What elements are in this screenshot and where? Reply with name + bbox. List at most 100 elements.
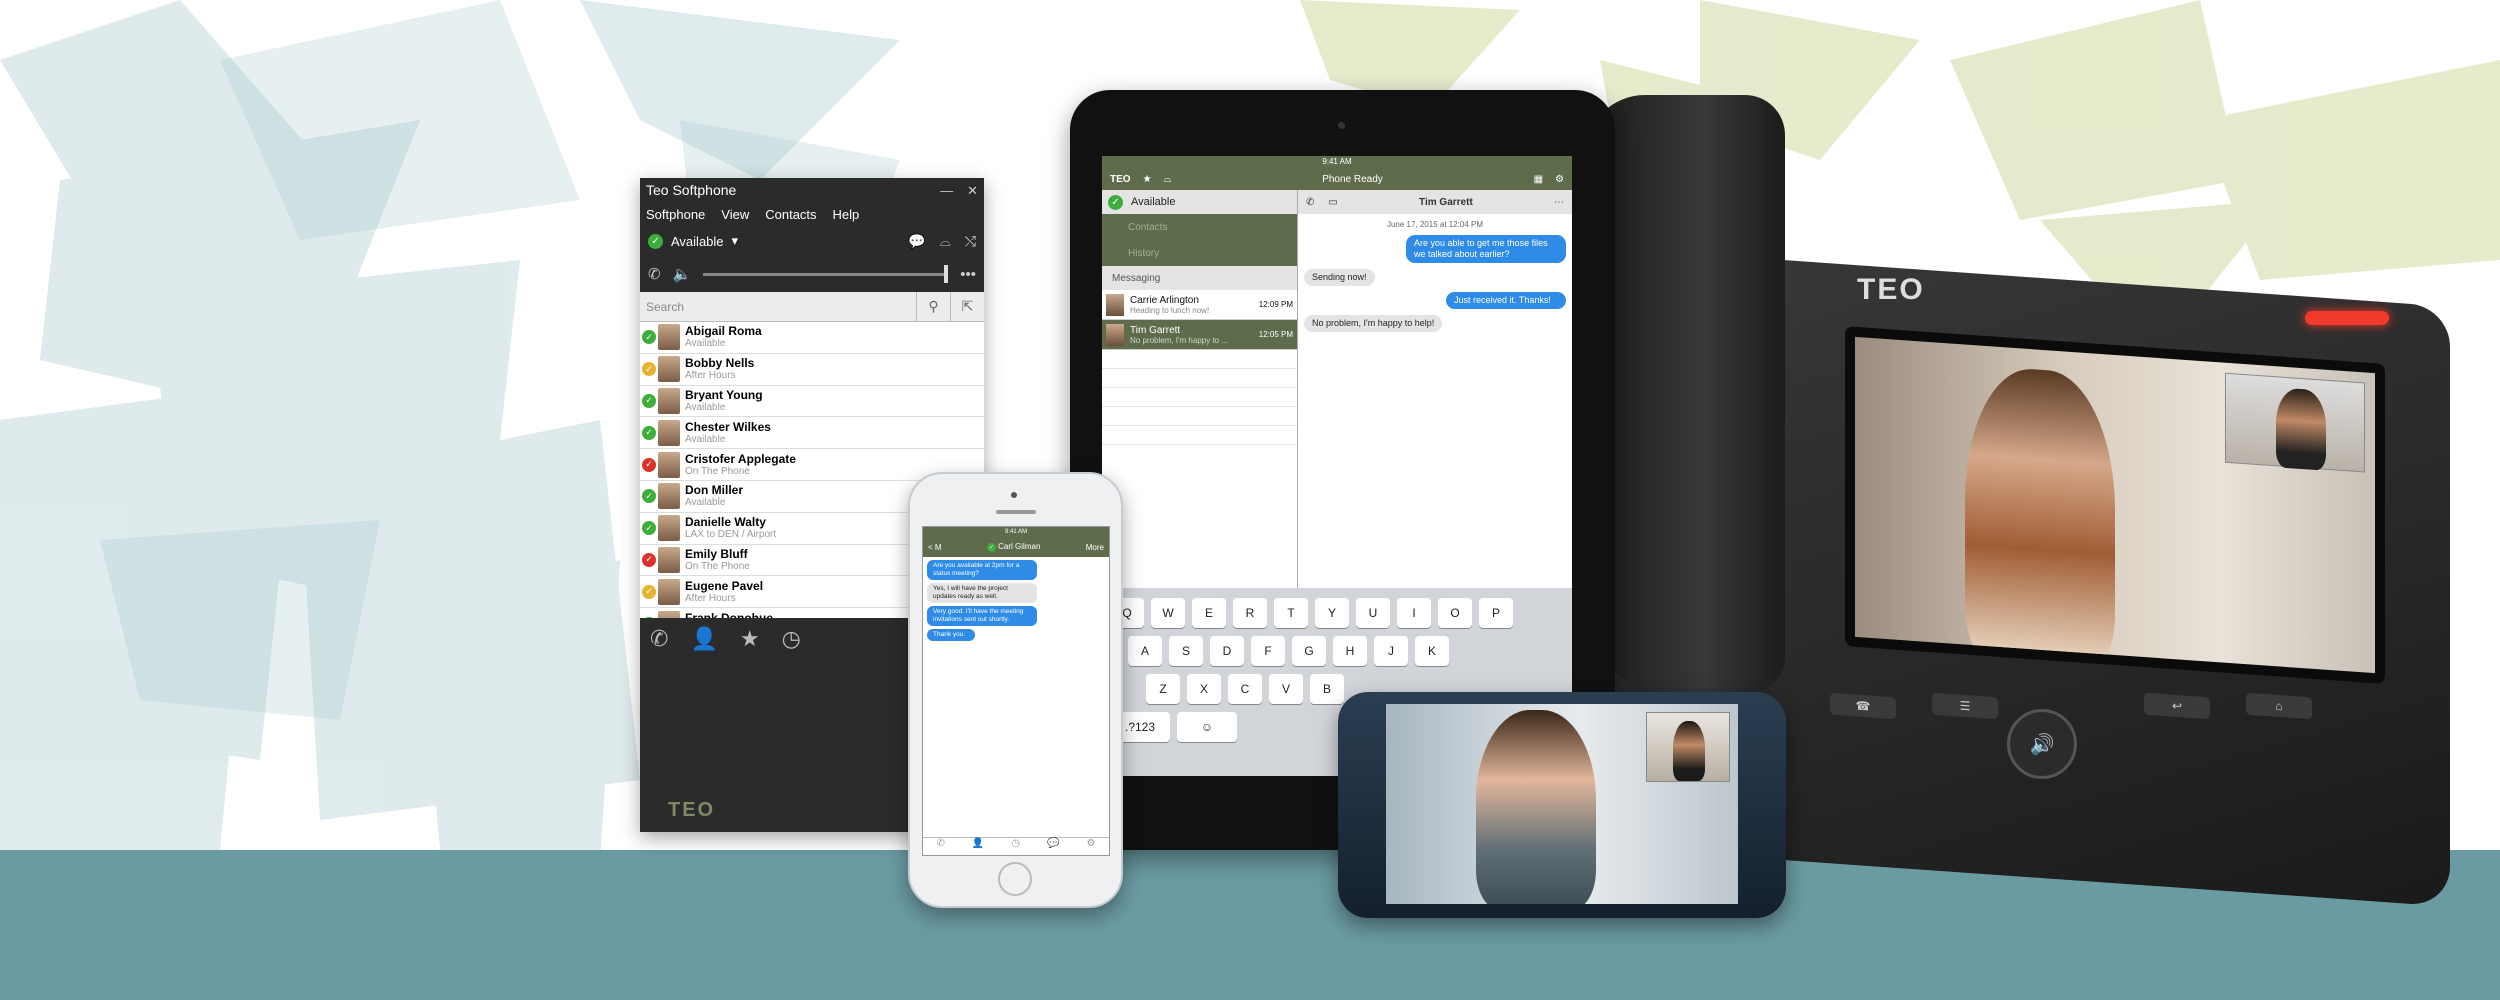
tab-history-icon[interactable]: ◷ xyxy=(1011,838,1020,855)
contact-status: Available xyxy=(685,497,726,509)
more-icon[interactable]: ⋯ xyxy=(1554,197,1564,208)
keyboard-key[interactable]: K xyxy=(1415,636,1449,666)
keyboard-key[interactable]: O xyxy=(1438,598,1472,628)
close-icon[interactable]: ✕ xyxy=(967,183,978,199)
minimize-icon[interactable]: — xyxy=(940,183,953,198)
back-button[interactable]: < M xyxy=(928,543,942,552)
menu-help[interactable]: Help xyxy=(833,207,860,222)
keyboard-key[interactable]: I xyxy=(1397,598,1431,628)
message-bubble-in: Sending now! xyxy=(1304,269,1375,286)
keyboard-key[interactable]: A xyxy=(1128,636,1162,666)
tab-chat-icon[interactable]: 💬 xyxy=(1047,838,1059,855)
keyboard-key[interactable]: C xyxy=(1228,674,1262,704)
speaker-icon[interactable]: 🔈 xyxy=(673,265,692,283)
volume-slider[interactable] xyxy=(703,264,949,283)
message-bubble-in: No problem, I'm happy to help! xyxy=(1304,315,1443,332)
keyboard-key[interactable]: S xyxy=(1169,636,1203,666)
tab-contacts-icon[interactable]: 👤 xyxy=(972,838,984,855)
keyboard-key[interactable]: J xyxy=(1374,636,1408,666)
contact-name: Eugene Pavel xyxy=(685,578,764,593)
iphone-tabbar: ✆ 👤 ◷ 💬 ⚙ xyxy=(923,837,1109,855)
chat-date: June 17, 2015 at 12:04 PM xyxy=(1386,220,1484,229)
gear-icon[interactable]: ⚙ xyxy=(1555,174,1564,185)
speaker-button[interactable]: 🔊 xyxy=(2007,709,2077,779)
star-icon[interactable]: ★ xyxy=(1143,174,1152,185)
keyboard-key[interactable]: Z xyxy=(1146,674,1180,704)
contact-row[interactable]: ✓ Chester Wilkes Available xyxy=(640,417,984,450)
keyboard-key[interactable]: E xyxy=(1192,598,1226,628)
tab-phone-icon[interactable]: ✆ xyxy=(937,838,945,855)
chat-contact-name: Tim Garrett xyxy=(1419,196,1473,208)
presence-dropdown[interactable]: Available xyxy=(671,234,724,249)
message-bubble-out: Just received it. Thanks! xyxy=(1446,292,1566,309)
hold-button[interactable]: ☎ xyxy=(1830,692,1896,720)
search-input[interactable]: Search xyxy=(640,300,916,314)
home-button[interactable] xyxy=(998,862,1032,896)
dialpad-icon[interactable]: ▦ xyxy=(1534,174,1543,185)
tab-favorites-icon[interactable]: ★ xyxy=(740,626,760,670)
keyboard-key[interactable]: ☺ xyxy=(1177,712,1237,742)
desk-phone-screen xyxy=(1845,326,2385,684)
keyboard-key[interactable]: P xyxy=(1479,598,1513,628)
keyboard-key[interactable]: U xyxy=(1356,598,1390,628)
message-bubble-out: Are you available at 2pm for a status me… xyxy=(927,560,1037,580)
keyboard-key[interactable]: X xyxy=(1187,674,1221,704)
empty-row xyxy=(1102,407,1297,426)
call-forward-icon[interactable]: ⤭ xyxy=(965,233,976,250)
chat-icon[interactable]: 💬 xyxy=(908,233,925,250)
keyboard-key[interactable]: D xyxy=(1210,636,1244,666)
conversation-item[interactable]: Carrie Arlington Heading to lunch now! 1… xyxy=(1102,290,1297,320)
popout-icon[interactable]: ⇱ xyxy=(950,291,984,322)
call-icon[interactable]: ✆ xyxy=(1306,197,1314,208)
phone-icon[interactable]: ✆ xyxy=(648,265,661,283)
chevron-down-icon[interactable]: ▾ xyxy=(732,233,739,249)
menu-softphone[interactable]: Softphone xyxy=(646,207,705,222)
message-bubble-out: Thank you. xyxy=(927,629,975,641)
tab-phone-icon[interactable]: ✆ xyxy=(650,626,668,670)
menu-view[interactable]: View xyxy=(721,207,749,222)
contact-status: Available xyxy=(685,433,726,445)
ipad-navbar: TEO ★ ⌓ Phone Ready ▦ ⚙ xyxy=(1102,168,1572,190)
keyboard-key[interactable]: Y xyxy=(1315,598,1349,628)
tab-settings-icon[interactable]: ⚙ xyxy=(1087,838,1096,855)
keyboard-key[interactable]: G xyxy=(1292,636,1326,666)
sidebar-item-history[interactable]: History xyxy=(1102,240,1297,266)
voicemail-icon[interactable]: ⌓ xyxy=(940,233,951,250)
keyboard-key[interactable]: R xyxy=(1233,598,1267,628)
available-check-icon: ✓ xyxy=(986,543,996,552)
conversation-time: 12:05 PM xyxy=(1258,330,1293,339)
presence-selector[interactable]: ✓ Available xyxy=(1102,190,1297,214)
android-phone-device xyxy=(1338,692,1786,918)
tab-history-icon[interactable]: ◷ xyxy=(782,626,801,670)
sidebar-item-contacts[interactable]: Contacts xyxy=(1102,214,1297,240)
conversation-name: Tim Garrett xyxy=(1130,324,1181,336)
presence-label: Available xyxy=(1131,196,1176,208)
keyboard-key[interactable]: F xyxy=(1251,636,1285,666)
keyboard-key[interactable]: W xyxy=(1151,598,1185,628)
contact-card-icon[interactable]: ▭ xyxy=(1328,197,1337,208)
voicemail-icon[interactable]: ⌓ xyxy=(1164,174,1172,185)
contact-row[interactable]: ✓ Bryant Young Available xyxy=(640,386,984,418)
more-button[interactable]: More xyxy=(1086,543,1104,552)
keyboard-key[interactable]: B xyxy=(1310,674,1344,704)
tab-contacts-icon[interactable]: 👤 xyxy=(690,626,717,670)
conversation-preview: No problem, I'm happy to ... xyxy=(1130,335,1229,345)
menu-contacts[interactable]: Contacts xyxy=(765,207,816,222)
android-video-call-screen xyxy=(1386,704,1738,904)
contact-row[interactable]: ✓ Abigail Roma Available xyxy=(640,322,984,354)
menu-button[interactable]: ☰ xyxy=(1932,692,1998,720)
keyboard-key[interactable]: T xyxy=(1274,598,1308,628)
presence-status-icon: ✓ xyxy=(642,362,656,377)
more-icon[interactable]: ••• xyxy=(960,266,976,283)
keyboard-key[interactable]: V xyxy=(1269,674,1303,704)
contact-row[interactable]: ✓ Bobby Nells After Hours xyxy=(640,354,984,386)
avatar xyxy=(658,324,680,351)
add-contact-icon[interactable]: ⚲ xyxy=(916,291,950,322)
avatar xyxy=(658,610,680,618)
keyboard-key[interactable]: H xyxy=(1333,636,1367,666)
self-view-person xyxy=(2276,387,2326,471)
back-button[interactable]: ↩ xyxy=(2144,692,2210,720)
contact-name: Abigail Roma xyxy=(685,324,762,339)
home-button[interactable]: ⌂ xyxy=(2246,692,2312,720)
conversation-item-selected[interactable]: Tim Garrett No problem, I'm happy to ...… xyxy=(1102,320,1297,350)
